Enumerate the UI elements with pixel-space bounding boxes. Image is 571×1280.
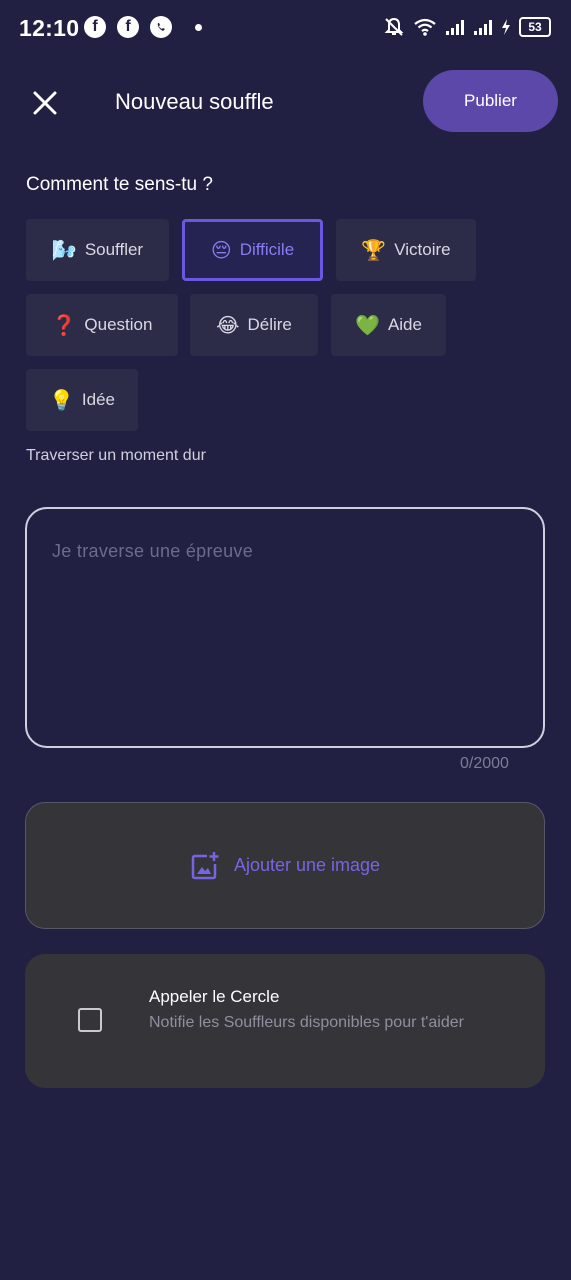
mood-description: Traverser un moment dur <box>26 447 206 464</box>
status-right-icons: 53 <box>383 16 551 38</box>
mood-chip-label: Souffler <box>84 240 144 259</box>
green-heart-icon: 💚 <box>355 314 380 337</box>
facebook-messenger-icon: f <box>84 16 106 38</box>
close-icon <box>33 91 57 115</box>
call-circle-checkbox[interactable] <box>78 1008 102 1032</box>
page-title: Nouveau souffle <box>115 89 274 114</box>
whatsapp-icon <box>150 16 172 38</box>
notification-dot-icon <box>195 23 202 31</box>
signal-icon <box>446 20 464 35</box>
battery-icon: 53 <box>519 17 551 37</box>
status-bar: 12:10 f f 53 <box>0 0 571 58</box>
mood-chip-label: Question <box>84 315 153 334</box>
character-counter: 0/2000 <box>460 755 509 772</box>
add-image-button[interactable]: Ajouter une image <box>25 802 545 929</box>
wifi-icon <box>414 18 436 36</box>
mood-chip-souffler[interactable]: 🌬️ Souffler <box>26 219 169 281</box>
close-button[interactable] <box>28 86 62 120</box>
mood-chip-label: Délire <box>247 315 292 334</box>
wind-icon: 🌬️ <box>51 239 77 262</box>
call-circle-title: Appeler le Cercle <box>149 987 280 1006</box>
status-time: 12:10 <box>19 15 80 41</box>
add-image-icon <box>191 851 219 879</box>
question-mark-icon: ❓ <box>51 314 77 337</box>
mood-chip-aide[interactable]: 💚 Aide <box>331 294 446 356</box>
facebook-icon: f <box>117 16 139 38</box>
mood-chip-label: Difficile <box>239 240 295 259</box>
mood-chip-idee[interactable]: 💡 Idée <box>26 369 138 431</box>
notifications-off-icon <box>384 17 404 36</box>
message-textarea[interactable]: Je traverse une épreuve <box>25 507 545 748</box>
mood-chip-label: Aide <box>387 315 422 334</box>
charging-icon <box>502 19 510 35</box>
mood-question: Comment te sens-tu ? <box>26 174 213 195</box>
laughing-face-icon: 😂 <box>216 314 240 337</box>
light-bulb-icon: 💡 <box>49 389 74 412</box>
add-image-label: Ajouter une image <box>233 855 381 875</box>
trophy-icon: 🏆 <box>361 239 387 262</box>
call-circle-card[interactable]: Appeler le Cercle Notifie les Souffleurs… <box>25 954 545 1088</box>
signal-icon <box>474 20 492 35</box>
pensive-face-icon: 😔 <box>210 239 232 262</box>
mood-chip-delire[interactable]: 😂 Délire <box>190 294 318 356</box>
mood-chip-difficile[interactable]: 😔 Difficile <box>182 219 323 281</box>
status-left-icons: f f <box>84 16 202 38</box>
mood-chip-label: Idée <box>81 390 115 409</box>
publish-button[interactable]: Publier <box>423 70 558 132</box>
call-circle-description: Notifie les Souffleurs disponibles pour … <box>149 1014 464 1031</box>
mood-chip-victoire[interactable]: 🏆 Victoire <box>336 219 476 281</box>
mood-chip-label: Victoire <box>394 240 451 259</box>
mood-chip-question[interactable]: ❓ Question <box>26 294 178 356</box>
message-placeholder: Je traverse une épreuve <box>52 541 254 561</box>
